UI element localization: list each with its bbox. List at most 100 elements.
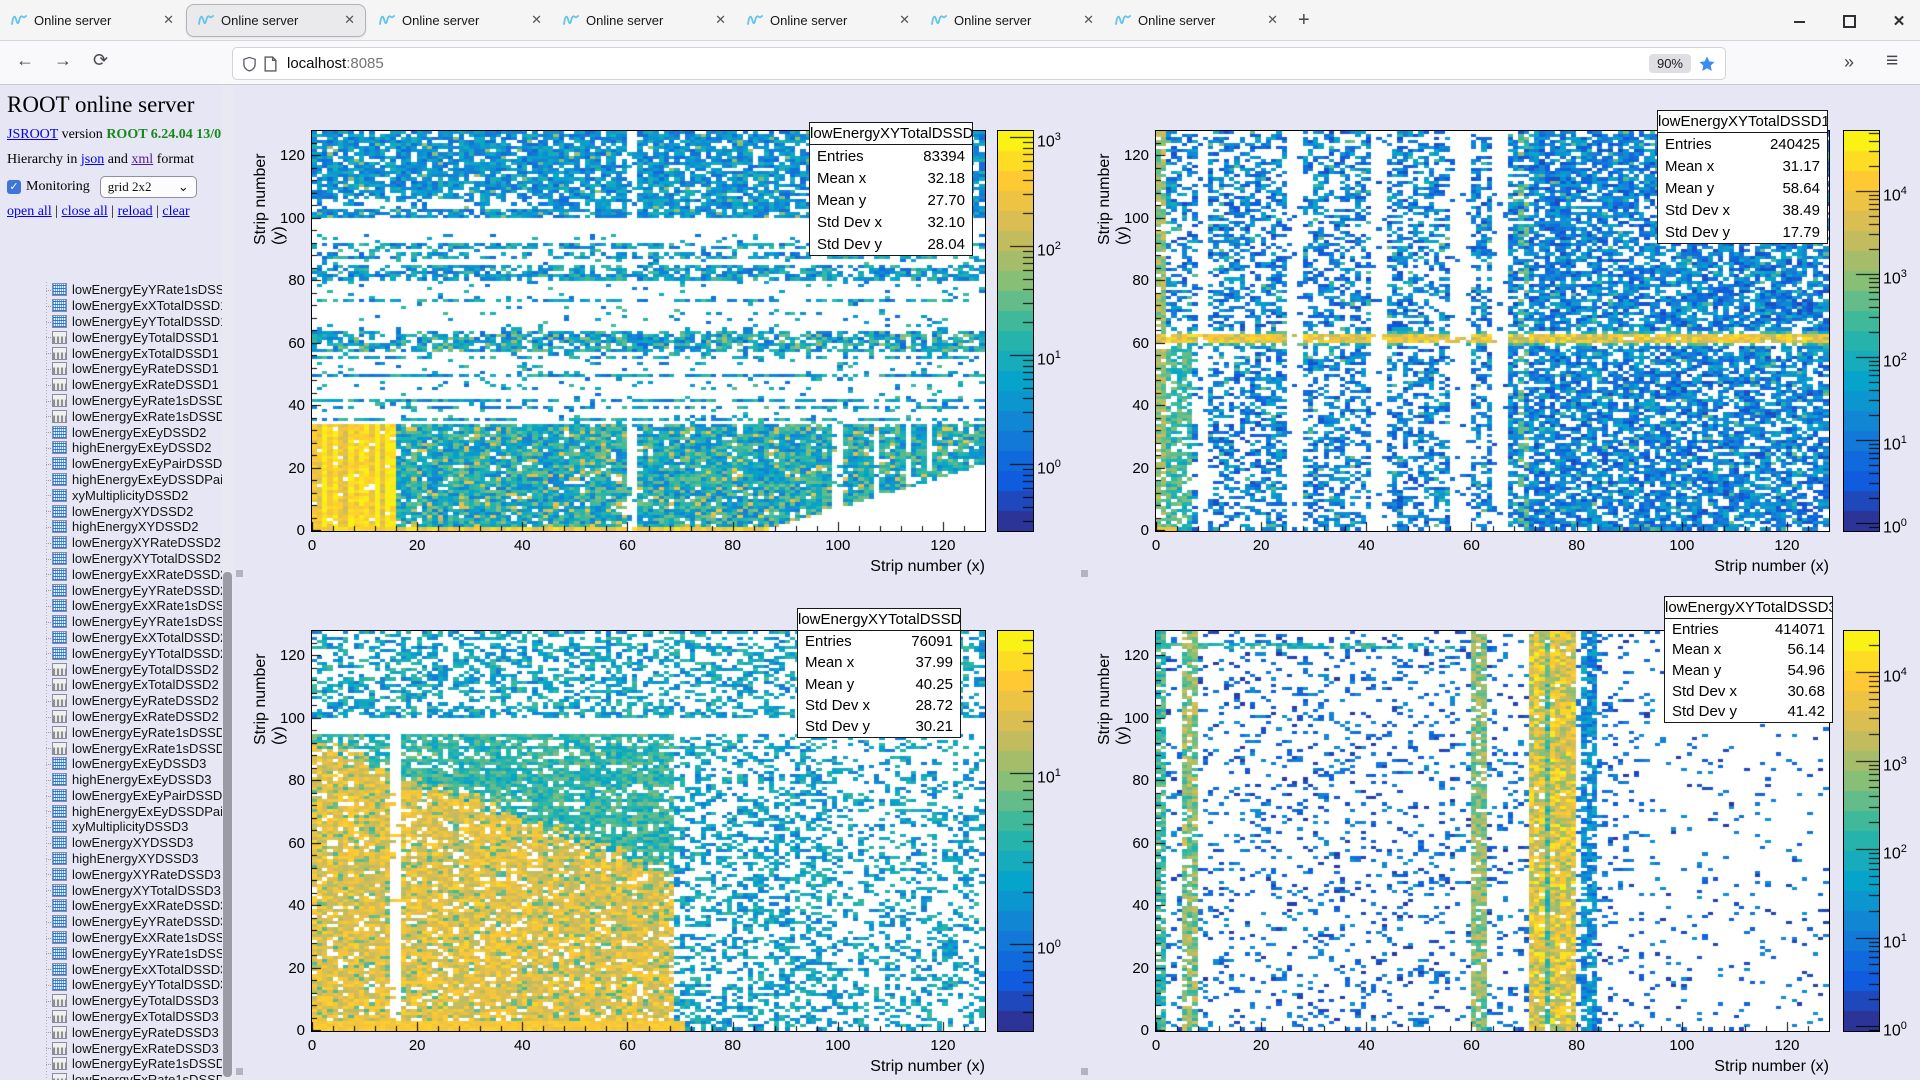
pad-resize-handle[interactable]	[1081, 1068, 1088, 1075]
stats-value: 30.68	[1787, 683, 1825, 700]
y-tick-label: 40	[1109, 397, 1149, 414]
y-tick-label: 100	[265, 210, 305, 227]
colorbar-label: 102	[1037, 235, 1061, 257]
x-tick-label: 100	[816, 1037, 860, 1054]
stats-value: 37.99	[915, 654, 953, 671]
y-tick-label: 120	[1109, 647, 1149, 664]
x-tick-label: 40	[1344, 537, 1388, 554]
stats-value: 31.17	[1782, 158, 1820, 175]
y-tick-label: 40	[265, 897, 305, 914]
pad-resize-handle[interactable]	[1081, 570, 1088, 577]
stats-row: Std Dev x32.10	[810, 211, 972, 233]
y-tick-label: 20	[1109, 960, 1149, 977]
colorbar-canvas-2	[998, 631, 1033, 1031]
stats-row: Std Dev x 38.49	[1658, 199, 1827, 221]
pad-resize-handle[interactable]	[236, 1068, 243, 1075]
stats-label: Std Dev y	[805, 718, 870, 735]
x-tick-label: 100	[1660, 537, 1704, 554]
stats-label: Std Dev y	[817, 236, 882, 253]
colorbar-label: 100	[1037, 933, 1061, 955]
colorbar-label: 100	[1037, 453, 1061, 475]
stats-label: Std Dev x	[805, 697, 870, 714]
colorbar-1[interactable]	[1843, 130, 1880, 532]
x-tick-label: 0	[1134, 537, 1178, 554]
x-tick-label: 100	[1660, 1037, 1704, 1054]
stats-value: 83394	[923, 148, 965, 165]
stats-title: lowEnergyXYTotalDSSD2	[798, 609, 960, 631]
stats-value: 58.64	[1782, 180, 1820, 197]
stats-box-lowEnergyXYTotalDSSD2[interactable]: lowEnergyXYTotalDSSD2Entries76091Mean x3…	[797, 608, 961, 738]
stats-row: Mean y40.25	[798, 673, 960, 694]
stats-rows: Entries76091Mean x37.99Mean y40.25Std De…	[798, 631, 960, 737]
stats-row: Entries 414071	[1665, 619, 1832, 640]
stats-value: 28.04	[927, 236, 965, 253]
colorbar-canvas-3	[1844, 631, 1879, 1031]
x-tick-label: 60	[1449, 537, 1493, 554]
stats-value: 27.70	[927, 192, 965, 209]
stats-value: 56.14	[1787, 641, 1825, 658]
y-tick-label: 120	[265, 147, 305, 164]
x-tick-label: 20	[395, 1037, 439, 1054]
stats-label: Std Dev x	[1672, 683, 1737, 700]
colorbar-label: 101	[1883, 927, 1907, 949]
colorbar-2[interactable]	[997, 630, 1034, 1032]
colorbar-canvas-1	[1844, 131, 1879, 531]
stats-row: Mean y 58.64	[1658, 177, 1827, 199]
y-tick-label: 0	[1109, 522, 1149, 539]
y-axis-title: Strip number (y)	[1096, 131, 1114, 245]
y-tick-label: 120	[265, 647, 305, 664]
colorbar-canvas-0	[998, 131, 1033, 531]
y-tick-label: 20	[265, 460, 305, 477]
stats-label: Entries	[1672, 621, 1719, 638]
stats-label: Std Dev x	[1665, 202, 1730, 219]
y-tick-label: 120	[1109, 147, 1149, 164]
x-axis-title: Strip number (x)	[1609, 558, 1829, 576]
colorbar-label: 100	[1883, 1015, 1907, 1037]
stats-box-lowEnergyXYTotalDSSD1[interactable]: lowEnergyXYTotalDSSD1Entries240425Mean x…	[1657, 110, 1828, 244]
colorbar-0[interactable]	[997, 130, 1034, 532]
x-tick-label: 60	[605, 537, 649, 554]
y-tick-label: 60	[1109, 835, 1149, 852]
x-tick-label: 120	[921, 1037, 965, 1054]
y-tick-label: 40	[1109, 897, 1149, 914]
stats-rows: Entries240425Mean x31.17Mean y58.64Std D…	[1658, 133, 1827, 243]
y-tick-label: 60	[1109, 335, 1149, 352]
x-tick-label: 120	[921, 537, 965, 554]
x-tick-label: 60	[1449, 1037, 1493, 1054]
stats-label: Mean y	[1665, 180, 1714, 197]
stats-value: 17.79	[1782, 224, 1820, 241]
y-tick-label: 80	[1109, 272, 1149, 289]
stats-box-lowEnergyXYTotalDSSD3[interactable]: lowEnergyXYTotalDSSD3 Entries 414071 Mean x…	[1664, 596, 1833, 723]
y-tick-label: 20	[1109, 460, 1149, 477]
x-tick-label: 20	[1239, 1037, 1283, 1054]
x-axis-title: Strip number (x)	[765, 558, 985, 576]
stats-title: lowEnergyXYTotalDSSD3	[1665, 597, 1832, 619]
x-tick-label: 80	[1555, 537, 1599, 554]
y-tick-label: 0	[265, 1022, 305, 1039]
colorbar-label: 102	[1883, 838, 1907, 860]
y-axis-title: Strip number (y)	[1096, 631, 1114, 745]
jsroot-canvas-grid: 020406080100120020406080100120Strip numb…	[0, 0, 1920, 1080]
pad-resize-handle[interactable]	[236, 570, 243, 577]
x-tick-label: 120	[1765, 1037, 1809, 1054]
stats-value: 38.49	[1782, 202, 1820, 219]
y-tick-label: 40	[265, 397, 305, 414]
colorbar-label: 103	[1037, 126, 1061, 148]
stats-row: Std Dev y41.42	[1665, 701, 1832, 722]
y-tick-label: 60	[265, 335, 305, 352]
colorbar-3[interactable]	[1843, 630, 1880, 1032]
stats-label: Mean x	[817, 170, 866, 187]
stats-row: Mean y54.96	[1665, 660, 1832, 681]
stats-row: Entries83394	[810, 145, 972, 167]
stats-label: Std Dev y	[1665, 224, 1730, 241]
y-tick-label: 80	[265, 772, 305, 789]
stats-box-lowEnergyXYTotalDSSD0[interactable]: lowEnergyXYTotalDSSD0Entries83394Mean x3…	[809, 122, 973, 256]
colorbar-label: 100	[1883, 512, 1907, 534]
stats-row: Mean y27.70	[810, 189, 972, 211]
x-tick-label: 120	[1765, 537, 1809, 554]
stats-value: 32.18	[927, 170, 965, 187]
stats-value: 414071	[1775, 621, 1825, 638]
stats-row: Mean x56.14	[1665, 640, 1832, 661]
stats-label: Std Dev x	[817, 214, 882, 231]
x-tick-label: 40	[500, 537, 544, 554]
